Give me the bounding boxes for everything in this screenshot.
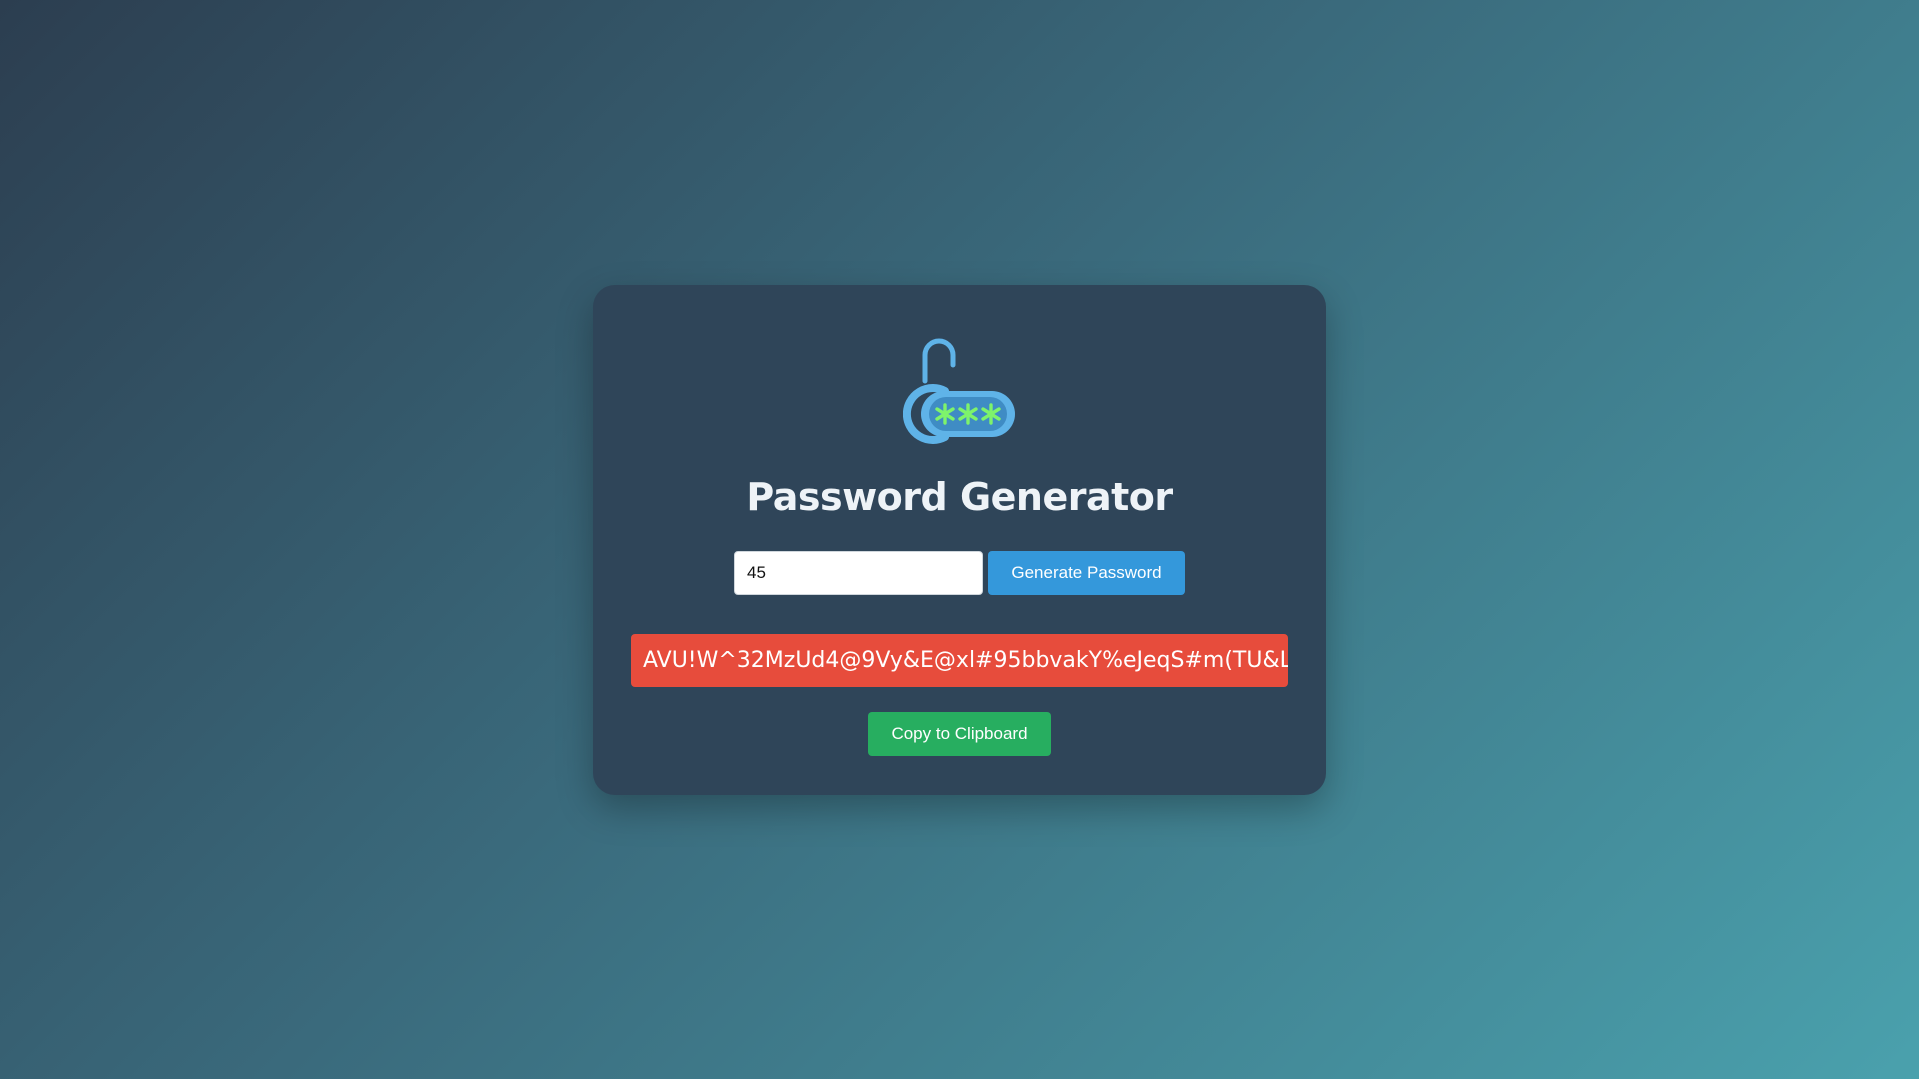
- password-length-input[interactable]: [734, 551, 983, 595]
- padlock-password-icon: [903, 338, 1015, 444]
- page-title: Password Generator: [746, 475, 1173, 519]
- generator-controls: Generate Password: [734, 551, 1185, 597]
- generate-password-button[interactable]: Generate Password: [988, 551, 1185, 595]
- generated-password-display: AVU!W^32MzUd4@9Vy&E@xl#95bbvakY%eJeqS#m(…: [631, 634, 1288, 687]
- copy-to-clipboard-button[interactable]: Copy to Clipboard: [868, 712, 1051, 756]
- generator-card: Password Generator Generate Password AVU…: [593, 285, 1326, 795]
